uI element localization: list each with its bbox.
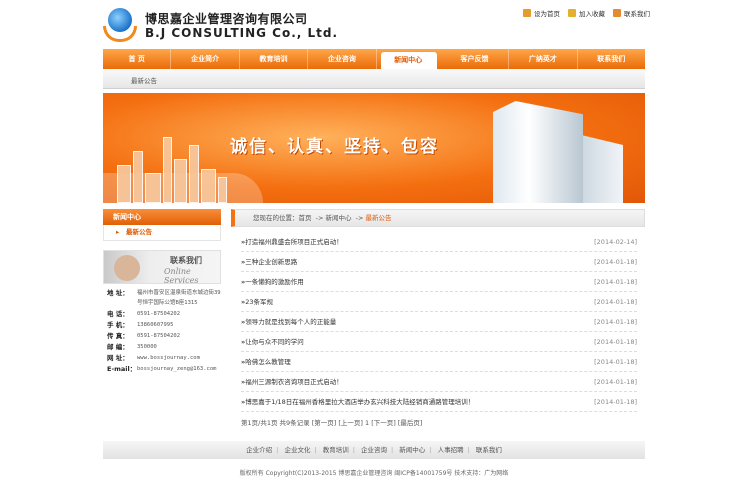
news-date: [2014-01-18] (594, 318, 637, 326)
footer-link-culture[interactable]: 企业文化 (284, 446, 310, 454)
nav-training[interactable]: 教育培训 (240, 49, 309, 69)
footer-link-contact[interactable]: 联系我们 (476, 446, 502, 454)
sidebar-title: 新闻中心 (103, 209, 221, 225)
contact-row-address: 地 址： 福州市晋安区温泉街道东城边街39号恒宇国际公馆B座1315 (107, 289, 221, 306)
add-favorite-link[interactable]: 加入收藏 (568, 8, 605, 18)
contact-row-fax: 传 真： 0591-87504202 (107, 332, 181, 340)
home-icon (523, 9, 531, 17)
footer-link-about[interactable]: 企业介绍 (246, 446, 272, 454)
company-name-en: B.J CONSULTING Co., Ltd. (145, 26, 339, 40)
list-item: 领导力就是找到每个人的正能量 [2014-01-18] (241, 312, 637, 332)
news-date: [2014-02-14] (594, 238, 637, 246)
news-date: [2014-01-18] (594, 278, 637, 286)
news-date: [2014-01-18] (594, 358, 637, 366)
news-list: 打造福州鼎盛会所项目正式启动！ [2014-02-14] 三种企业创新思路 [201… (231, 232, 645, 412)
news-date: [2014-01-18] (594, 398, 637, 406)
nav-home[interactable]: 首 页 (103, 49, 172, 69)
news-date: [2014-01-18] (594, 378, 637, 386)
top-links: 设为首页 加入收藏 联系我们 (523, 8, 650, 18)
contact-row-email: E-mail： bossjournay_zeng@163.com (107, 364, 221, 374)
mail-icon (613, 9, 621, 17)
contact-row-website: 网 址： www.bossjournay.com (107, 353, 221, 363)
list-item: 一条懒狗的激励作用 [2014-01-18] (241, 272, 637, 292)
list-item: 打造福州鼎盛会所项目正式启动！ [2014-02-14] (241, 232, 637, 252)
news-title-link[interactable]: 23条军规 (241, 292, 273, 311)
nav-feedback[interactable]: 客户反馈 (441, 49, 510, 69)
banner: 诚信、认真、坚持、包容 (103, 93, 645, 203)
contact-subtitle: Online Services (164, 267, 199, 285)
news-date: [2014-01-18] (594, 338, 637, 346)
pagination[interactable]: 第1页/共1页 共9条记录 [第一页] [上一页] 1 [下一页] [最后页] (231, 417, 645, 427)
footer-link-news[interactable]: 新闻中心 (399, 446, 425, 454)
contact-row-postcode: 邮 编： 350000 (107, 343, 157, 351)
nav-consulting[interactable]: 企业咨询 (308, 49, 377, 69)
list-item: 23条军规 [2014-01-18] (241, 292, 637, 312)
contact-row-phone: 电 话： 0591-87504202 (107, 310, 181, 318)
list-item: 博思嘉于1/18日在福州香格里拉大酒店举办玄兴科技大陆经销商通路管理培训！ [20… (241, 392, 637, 412)
news-title-link[interactable]: 福州三源制衣咨询项目正式启动！ (241, 372, 343, 391)
hand-icon (103, 26, 137, 42)
news-title-link[interactable]: 博思嘉于1/18日在福州香格里拉大酒店举办玄兴科技大陆经销商通路管理培训！ (241, 392, 474, 411)
skyscraper-image (493, 101, 583, 203)
main-nav: 首 页 企业简介 教育培训 企业咨询 新闻中心 客户反馈 广纳英才 联系我们 (103, 49, 645, 69)
breadcrumb-current: 最新公告 (365, 214, 392, 222)
nav-news[interactable]: 新闻中心 (380, 52, 437, 69)
website-link[interactable]: www.bossjournay.com (137, 353, 221, 363)
agent-avatar (114, 255, 140, 281)
list-item: 哈佛怎么教管理 [2014-01-18] (241, 352, 637, 372)
footer-link-consulting[interactable]: 企业咨询 (361, 446, 387, 454)
footer-nav: 企业介绍 | 企业文化 | 教育培训 | 企业咨询 | 新闻中心 | 人事招聘 | 联系我们 (103, 441, 645, 459)
sidebar-item-latest-notice[interactable]: 最新公告 (103, 225, 221, 241)
news-title-link[interactable]: 三种企业创新思路 (241, 252, 297, 271)
nav-contact[interactable]: 联系我们 (578, 49, 645, 69)
sidebar: 新闻中心 最新公告 联系我们 Online Services 地 址：福州市晋安… (103, 209, 221, 375)
contact-us-link[interactable]: 联系我们 (613, 8, 650, 18)
news-date: [2014-01-18] (594, 258, 637, 266)
main-content: 您现在的位置：首页 -> 新闻中心 -> 最新公告 打造福州鼎盛会所项目正式启动… (231, 209, 645, 427)
contact-info: 地 址： 福州市晋安区温泉街道东城边街39号恒宇国际公馆B座1315 电 话： 05… (103, 288, 221, 374)
list-item: 三种企业创新思路 [2014-01-18] (241, 252, 637, 272)
news-title-link[interactable]: 打造福州鼎盛会所项目正式启动！ (241, 232, 343, 251)
copyright: 版权所有 Copyright(C)2013-2015 博思嘉企业管理咨询 闽IC… (239, 470, 509, 477)
news-title-link[interactable]: 一条懒狗的激励作用 (241, 272, 304, 291)
banner-slogan: 诚信、认真、坚持、包容 (230, 137, 439, 157)
nav-careers[interactable]: 广纳英才 (509, 49, 578, 69)
breadcrumb-section[interactable]: 新闻中心 (326, 214, 352, 222)
news-title-link[interactable]: 让你与众不同的学问 (241, 332, 304, 351)
contact-row-mobile: 手 机： 13860607995 (107, 321, 174, 329)
email-link[interactable]: bossjournay_zeng@163.com (137, 364, 221, 374)
company-name-cn: 博思嘉企业管理咨询有限公司 (145, 12, 308, 26)
sub-nav: 最新公告 (103, 69, 645, 89)
list-item: 福州三源制衣咨询项目正式启动！ [2014-01-18] (241, 372, 637, 392)
list-item: 让你与众不同的学问 [2014-01-18] (241, 332, 637, 352)
favorite-icon (568, 9, 576, 17)
news-title-link[interactable]: 领导力就是找到每个人的正能量 (241, 312, 336, 331)
footer-link-training[interactable]: 教育培训 (323, 446, 349, 454)
footer-link-careers[interactable]: 人事招聘 (438, 446, 464, 454)
breadcrumb-home[interactable]: 首页 (299, 214, 312, 222)
set-homepage-link[interactable]: 设为首页 (523, 8, 560, 18)
subnav-latest-notice[interactable]: 最新公告 (131, 75, 157, 85)
news-date: [2014-01-18] (594, 298, 637, 306)
nav-about[interactable]: 企业简介 (171, 49, 240, 69)
breadcrumb: 您现在的位置：首页 -> 新闻中心 -> 最新公告 (231, 209, 645, 227)
news-title-link[interactable]: 哈佛怎么教管理 (241, 352, 291, 371)
contact-title: 联系我们 (170, 256, 202, 265)
company-logo[interactable] (103, 4, 143, 44)
contact-banner: 联系我们 Online Services (103, 250, 221, 285)
